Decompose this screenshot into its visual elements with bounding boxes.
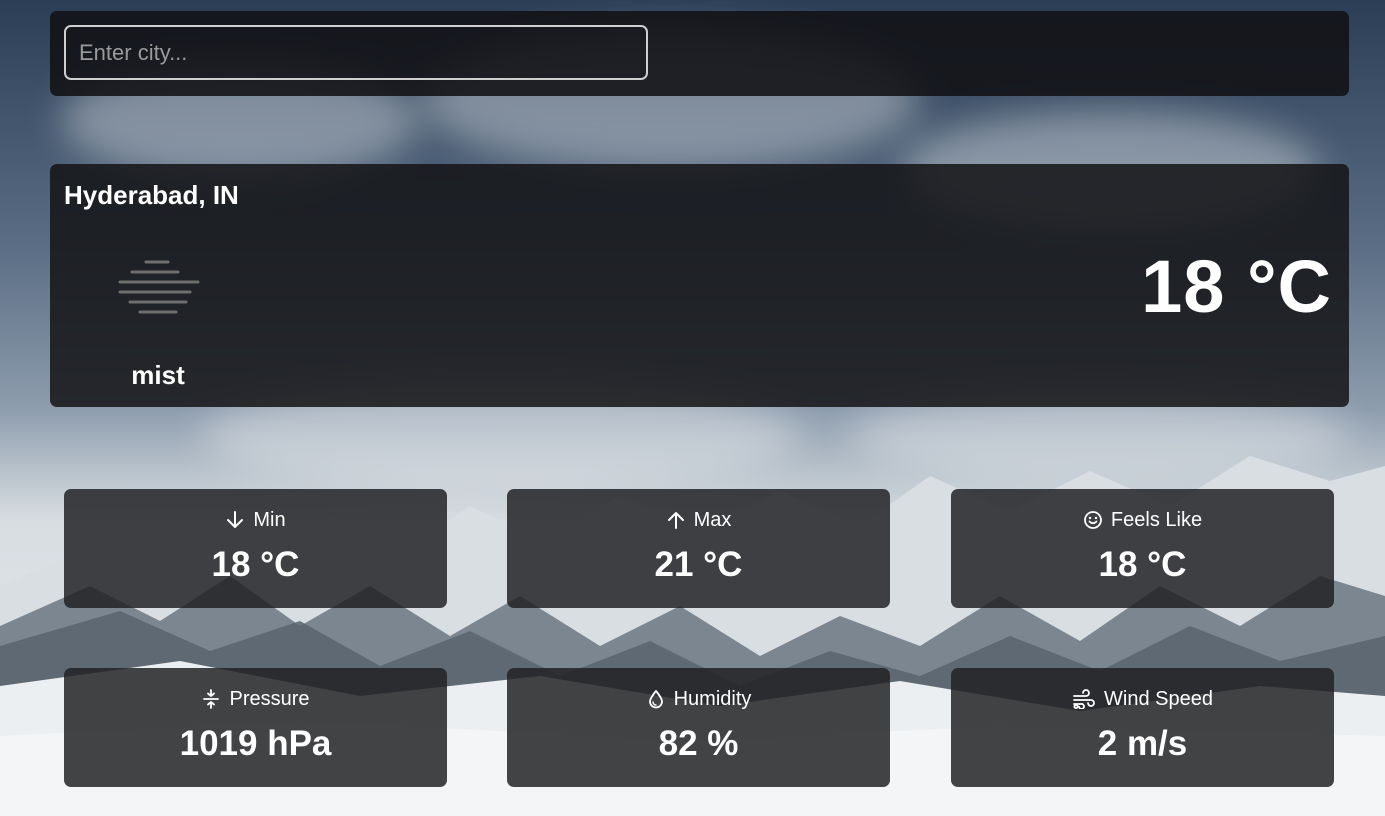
mist-icon bbox=[118, 260, 200, 314]
humidity-value: 82 % bbox=[658, 724, 739, 763]
min-temp-card: Min 18 °C bbox=[64, 489, 447, 608]
city-search-input[interactable] bbox=[64, 25, 648, 80]
wind-speed-value: 2 m/s bbox=[1097, 724, 1188, 763]
min-temp-value: 18 °C bbox=[211, 545, 300, 584]
pressure-label: Pressure bbox=[229, 687, 310, 710]
smile-icon bbox=[1084, 511, 1102, 529]
wind-speed-label: Wind Speed bbox=[1104, 687, 1213, 710]
humidity-label: Humidity bbox=[673, 687, 752, 710]
arrow-down-icon bbox=[227, 511, 244, 528]
search-bar bbox=[50, 11, 1349, 96]
city-name: Hyderabad, IN bbox=[64, 180, 239, 210]
max-temp-value: 21 °C bbox=[654, 545, 743, 584]
weather-condition: mist bbox=[131, 360, 185, 390]
wind-icon bbox=[1073, 689, 1095, 709]
wind-speed-card: Wind Speed 2 m/s bbox=[951, 668, 1334, 787]
max-temp-card: Max 21 °C bbox=[507, 489, 890, 608]
feels-like-label: Feels Like bbox=[1110, 508, 1203, 531]
arrow-up-icon bbox=[667, 512, 684, 529]
current-weather-panel: Hyderabad, IN mist 18 °C bbox=[50, 164, 1349, 407]
droplet-icon bbox=[648, 690, 663, 709]
max-temp-label: Max bbox=[693, 508, 732, 531]
feels-like-value: 18 °C bbox=[1098, 545, 1187, 584]
feels-like-card: Feels Like 18 °C bbox=[951, 489, 1334, 608]
humidity-card: Humidity 82 % bbox=[507, 668, 890, 787]
pressure-value: 1019 hPa bbox=[179, 724, 332, 763]
current-temperature: 18 °C bbox=[1141, 245, 1332, 328]
pressure-icon bbox=[203, 689, 220, 709]
min-temp-label: Min bbox=[253, 508, 286, 531]
pressure-card: Pressure 1019 hPa bbox=[64, 668, 447, 787]
